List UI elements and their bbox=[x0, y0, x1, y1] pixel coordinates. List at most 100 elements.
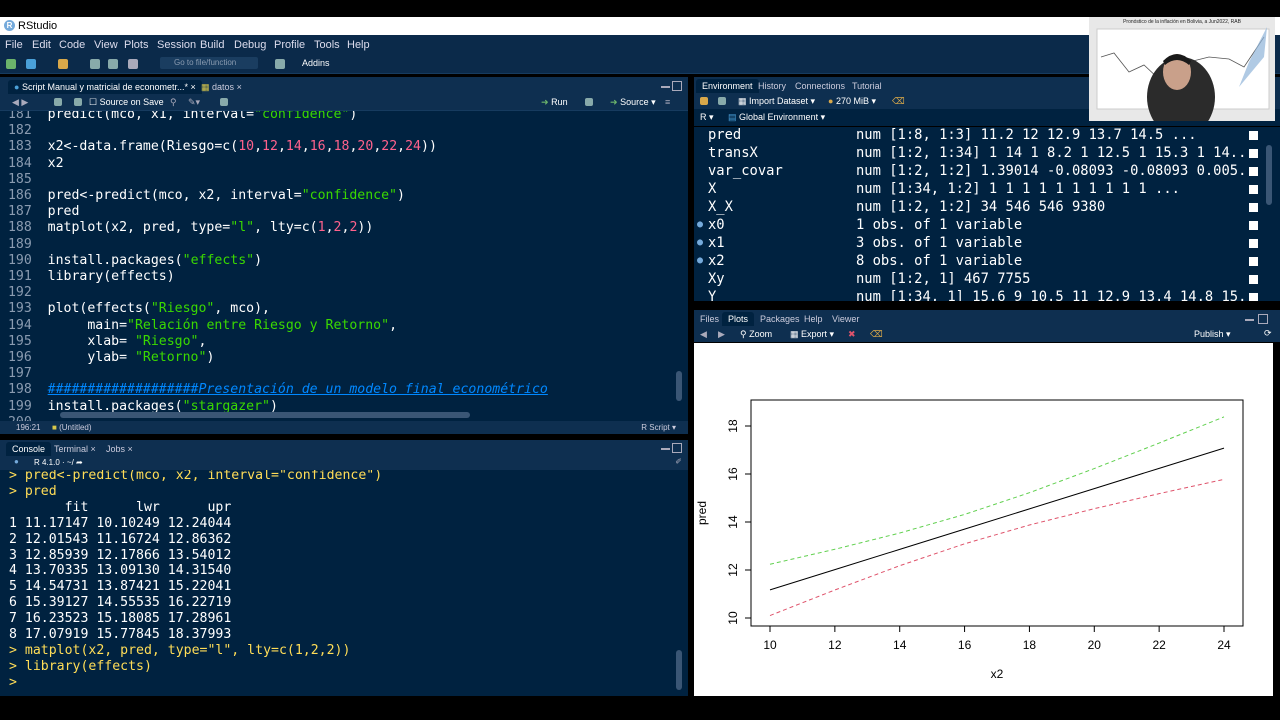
source-button[interactable]: ➜ Source ▾ bbox=[610, 97, 656, 108]
tab-script[interactable]: ● Script Manual y matricial de econometr… bbox=[8, 80, 202, 94]
close-icon[interactable]: × bbox=[237, 82, 242, 92]
minimize-icon[interactable] bbox=[1245, 319, 1254, 321]
console-output[interactable]: > pred<-predict(mco, x2, interval="confi… bbox=[0, 470, 688, 696]
tab-help[interactable]: Help bbox=[798, 312, 829, 326]
arrow-right-icon[interactable]: ▶ bbox=[718, 329, 725, 340]
menu-code[interactable]: Code bbox=[59, 39, 85, 51]
rerun-icon[interactable] bbox=[585, 98, 593, 106]
search-icon[interactable]: ⚲ bbox=[170, 97, 177, 108]
open-file-icon[interactable] bbox=[58, 59, 68, 69]
environment-row[interactable]: ● x2 8 obs. of 1 variable bbox=[694, 253, 1264, 269]
tab-datos[interactable]: ▦ datos × bbox=[195, 80, 248, 94]
code-line[interactable]: 189 bbox=[0, 237, 48, 253]
environment-row[interactable]: Xnum [1:34, 1:2] 1 1 1 1 1 1 1 1 1 1 ... bbox=[694, 181, 1264, 197]
view-data-icon[interactable] bbox=[1249, 149, 1258, 158]
code-line[interactable]: 182 bbox=[0, 123, 48, 139]
code-line[interactable]: 198 ###################Presentación de u… bbox=[0, 382, 548, 398]
menu-profile[interactable]: Profile bbox=[274, 39, 305, 51]
code-line[interactable]: 181 predict(mco, x1, interval="confidenc… bbox=[0, 111, 357, 123]
expand-icon[interactable]: ● bbox=[697, 235, 703, 251]
environment-row[interactable]: transX num [1:2, 1:34] 1 14 1 8.2 1 12.5 … bbox=[694, 145, 1264, 161]
grid-icon[interactable] bbox=[275, 59, 285, 69]
view-data-icon[interactable] bbox=[1249, 167, 1258, 176]
arrow-left-icon[interactable]: ◀ bbox=[700, 329, 707, 340]
code-line[interactable]: 197 bbox=[0, 366, 48, 382]
code-line[interactable]: 184 x2 bbox=[0, 156, 64, 172]
code-editor[interactable]: 181 predict(mco, x1, interval="confidenc… bbox=[0, 111, 688, 421]
editor-hscrollbar[interactable] bbox=[60, 412, 470, 418]
view-data-icon[interactable] bbox=[1249, 185, 1258, 194]
menu-edit[interactable]: Edit bbox=[32, 39, 51, 51]
expand-icon[interactable]: ● bbox=[697, 253, 703, 269]
tab-history[interactable]: History bbox=[752, 79, 792, 93]
new-file-icon[interactable] bbox=[6, 59, 16, 69]
code-line[interactable]: 191 library(effects) bbox=[0, 269, 175, 285]
code-line[interactable]: 186 pred<-predict(mco, x2, interval="con… bbox=[0, 188, 405, 204]
code-line[interactable]: 183 x2<-data.frame(Riesgo=c(10,12,14,16,… bbox=[0, 139, 437, 155]
view-data-icon[interactable] bbox=[1249, 221, 1258, 230]
maximize-icon[interactable] bbox=[672, 81, 682, 91]
code-line[interactable]: 187 pred bbox=[0, 204, 79, 220]
export-menu[interactable]: ▦ Export ▾ bbox=[790, 329, 834, 340]
close-icon[interactable]: × bbox=[128, 444, 133, 454]
menu-file[interactable]: File bbox=[5, 39, 23, 51]
new-project-icon[interactable] bbox=[26, 59, 36, 69]
outline-icon[interactable]: ≡ bbox=[665, 97, 670, 107]
tab-tutorial[interactable]: Tutorial bbox=[846, 79, 888, 93]
code-line[interactable]: 190 install.packages("effects") bbox=[0, 253, 262, 269]
view-data-icon[interactable] bbox=[1249, 257, 1258, 266]
console-scrollbar[interactable] bbox=[676, 650, 682, 690]
scope-select[interactable]: ▤ Global Environment ▾ bbox=[728, 112, 825, 123]
broom-icon[interactable]: ⌫ bbox=[870, 329, 883, 340]
memory-usage[interactable]: ● 270 MiB ▾ bbox=[828, 96, 876, 107]
remove-plot-icon[interactable]: ✖ bbox=[848, 329, 856, 340]
publish-menu[interactable]: Publish ▾ bbox=[1194, 329, 1231, 340]
view-data-icon[interactable] bbox=[1249, 293, 1258, 301]
function-scope[interactable]: ■ (Untitled) bbox=[52, 423, 92, 432]
tab-files[interactable]: Files bbox=[694, 312, 725, 326]
load-workspace-icon[interactable] bbox=[700, 97, 708, 105]
maximize-icon[interactable] bbox=[672, 443, 682, 453]
environment-row[interactable]: ● x0 1 obs. of 1 variable bbox=[694, 217, 1264, 233]
menu-plots[interactable]: Plots bbox=[124, 39, 148, 51]
goto-file-input[interactable]: Go to file/function bbox=[160, 57, 258, 69]
code-line[interactable]: 193 plot(effects("Riesgo", mco), bbox=[0, 301, 270, 317]
view-data-icon[interactable] bbox=[1249, 203, 1258, 212]
addins-menu[interactable]: Addins bbox=[302, 58, 330, 68]
expand-icon[interactable]: ● bbox=[697, 217, 703, 233]
import-dataset-menu[interactable]: ▦ Import Dataset ▾ bbox=[738, 96, 815, 107]
language-select[interactable]: R ▾ bbox=[700, 112, 714, 123]
code-line[interactable]: 185 bbox=[0, 172, 48, 188]
print-icon[interactable] bbox=[128, 59, 138, 69]
minimize-icon[interactable] bbox=[661, 448, 670, 450]
code-line[interactable]: 196 ylab= "Retorno") bbox=[0, 350, 214, 366]
menu-build[interactable]: Build bbox=[200, 39, 224, 51]
tab-terminal[interactable]: Terminal × bbox=[48, 442, 102, 456]
tab-console[interactable]: Console bbox=[6, 442, 52, 456]
tab-plots[interactable]: Plots bbox=[722, 312, 755, 326]
tab-environment[interactable]: Environment bbox=[696, 79, 759, 93]
environment-row[interactable]: Xy num [1:2, 1] 467 7755 bbox=[694, 271, 1264, 287]
code-line[interactable]: 192 bbox=[0, 285, 48, 301]
save-workspace-icon[interactable] bbox=[718, 97, 726, 105]
show-in-window-icon[interactable] bbox=[54, 98, 62, 106]
view-data-icon[interactable] bbox=[1249, 131, 1258, 140]
refresh-icon[interactable]: ⟳ bbox=[1264, 328, 1272, 339]
zoom-button[interactable]: ⚲ Zoom bbox=[740, 329, 772, 340]
editor-scrollbar[interactable] bbox=[676, 371, 682, 401]
menu-help[interactable]: Help bbox=[347, 39, 370, 51]
tab-jobs[interactable]: Jobs × bbox=[100, 442, 139, 456]
close-icon[interactable]: × bbox=[91, 444, 96, 454]
environment-scrollbar[interactable] bbox=[1266, 145, 1272, 205]
file-type[interactable]: R Script ▾ bbox=[641, 423, 676, 432]
view-data-icon[interactable] bbox=[1249, 275, 1258, 284]
clear-console-icon[interactable]: ✐ bbox=[675, 457, 682, 466]
menu-view[interactable]: View bbox=[94, 39, 118, 51]
run-button[interactable]: ➜ Run bbox=[541, 97, 568, 108]
save-icon[interactable] bbox=[74, 98, 82, 106]
environment-row[interactable]: pred num [1:8, 1:3] 11.2 12 12.9 13.7 14.… bbox=[694, 127, 1264, 143]
compile-report-icon[interactable] bbox=[220, 98, 228, 106]
menu-session[interactable]: Session bbox=[157, 39, 196, 51]
code-line[interactable]: 188 matplot(x2, pred, type="l", lty=c(1,… bbox=[0, 220, 373, 236]
source-on-save-checkbox[interactable]: ☐ Source on Save bbox=[89, 97, 164, 108]
